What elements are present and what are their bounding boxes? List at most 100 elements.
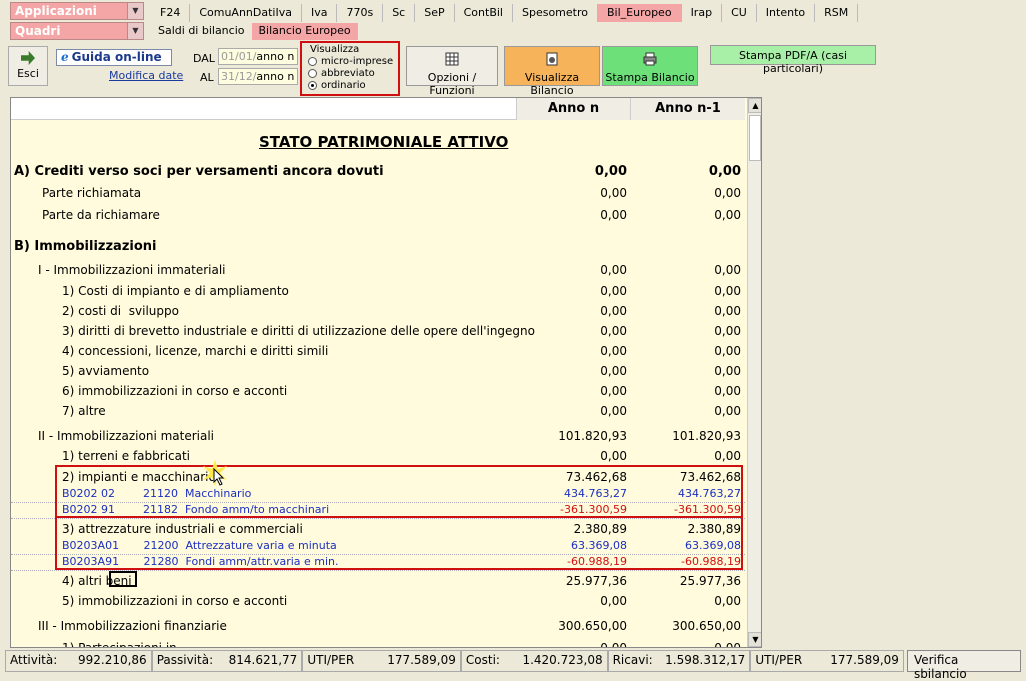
value-anno-n1: 0,00 (714, 344, 741, 358)
value-anno-n1: 0,00 (714, 186, 741, 200)
applicazioni-select[interactable]: Applicazioni ▼ (10, 2, 144, 20)
al-date-field[interactable]: 31/12/anno n (218, 68, 298, 85)
row-label: 6) immobilizzazioni in corso e acconti (62, 384, 288, 398)
value-anno-n1: 25.977,36 (679, 574, 741, 588)
value-anno-n: 0,00 (600, 344, 627, 358)
status-bar: Attività: 992.210,86 Passività: 814.621,77… (5, 650, 1021, 681)
tab-comuanndatiiva[interactable]: ComuAnnDatiIva (190, 4, 302, 22)
tab-rsm[interactable]: RSM (815, 4, 859, 22)
ricavi-value: 1.598.312,17 (665, 653, 746, 667)
value-anno-n1: 0,00 (714, 364, 741, 378)
al-suffix: anno n (256, 70, 295, 83)
tab-cu[interactable]: CU (722, 4, 757, 22)
row-label: III - Immobilizzazioni finanziarie (38, 619, 227, 633)
esci-button[interactable]: Esci (8, 46, 48, 86)
main-tabs: F24 ComuAnnDatiIva Iva 770s Sc SeP ContBil Spes… (151, 4, 859, 22)
row-label: 5) immobilizzazioni in corso e acconti (62, 594, 288, 608)
visualizza-bilancio-label: Visualizza Bilancio (524, 71, 580, 97)
radio-selected-icon (308, 81, 317, 90)
radio-label: ordinario (321, 80, 366, 91)
utiper-label: UTI/PER (307, 653, 355, 667)
section-title: STATO PATRIMONIALE ATTIVO (259, 133, 509, 151)
row-label: 1) Partecipazioni in (62, 641, 177, 648)
col-anno-n1: Anno n-1 (630, 98, 745, 120)
click-spark-icon (203, 460, 227, 486)
dal-date-field[interactable]: 01/01/anno n (218, 48, 298, 65)
stampa-bilancio-button[interactable]: Stampa Bilancio (602, 46, 698, 86)
tab-contbil[interactable]: ContBil (455, 4, 513, 22)
chevron-down-icon[interactable]: ▼ (127, 23, 143, 39)
tab-intento[interactable]: Intento (757, 4, 816, 22)
stampa-pdf-button[interactable]: Stampa PDF/A (casi particolari) (710, 45, 876, 75)
value-anno-n1: 300.650,00 (672, 619, 741, 633)
row-label: B) Immobilizzazioni (14, 239, 157, 254)
grid-header: Anno n Anno n-1 (11, 98, 745, 120)
bilancio-grid: Anno n Anno n-1 STATO PATRIMONIALE ATTIV… (10, 97, 762, 648)
tab-sc[interactable]: Sc (383, 4, 416, 22)
scroll-thumb[interactable] (749, 115, 761, 161)
scroll-down-icon[interactable]: ▼ (748, 632, 761, 647)
row-label: 7) altre (62, 404, 106, 418)
quadri-label: Quadri (15, 24, 61, 38)
scroll-up-icon[interactable]: ▲ (748, 98, 761, 113)
visualizza-group: Visualizza micro-imprese abbreviato ordi… (300, 41, 400, 96)
costi-label: Costi: (465, 653, 500, 667)
status-utiper: UTI/PER 177.589,09 (302, 650, 461, 672)
subtab-bilancio-europeo[interactable]: Bilancio Europeo (251, 23, 358, 40)
cell-cursor (109, 571, 137, 587)
preview-icon (546, 52, 558, 66)
visualizza-bilancio-button[interactable]: Visualizza Bilancio (504, 46, 600, 97)
subtab-saldi[interactable]: Saldi di bilancio (151, 23, 252, 40)
status-utiper2: UTI/PER 177.589,09 (750, 650, 904, 672)
value-anno-n1: 0,00 (714, 284, 741, 298)
value-anno-n1: 0,00 (714, 594, 741, 608)
row-label: 1) terreni e fabbricati (62, 449, 191, 463)
al-label: AL (200, 71, 214, 84)
value-anno-n1: 0,00 (714, 263, 741, 277)
esci-label: Esci (17, 67, 39, 80)
quadri-select[interactable]: Quadri ▼ (10, 22, 144, 40)
opzioni-funzioni-button[interactable]: Opzioni / Funzioni (406, 46, 498, 97)
tab-irap[interactable]: Irap (682, 4, 723, 22)
ricavi-label: Ricavi: (612, 653, 653, 667)
row-label: 4) concessioni, licenze, marchi e diritt… (62, 344, 329, 358)
dal-suffix: anno n (256, 50, 295, 63)
value-anno-n1: 0,00 (708, 164, 741, 179)
applicazioni-label: Applicazioni (15, 4, 97, 18)
vertical-scrollbar[interactable]: ▲ ▼ (747, 98, 761, 647)
highlight-attrezzature (55, 516, 743, 570)
tab-770s[interactable]: 770s (337, 4, 384, 22)
row-label: Parte da richiamare (42, 208, 160, 222)
radio-ordinario[interactable]: ordinario (308, 80, 366, 91)
value-anno-n1: 0,00 (714, 208, 741, 222)
value-anno-n: 0,00 (600, 284, 627, 298)
verifica-sbilancio-button[interactable]: Verifica sbilancio (906, 650, 1021, 681)
tab-bil-europeo[interactable]: Bil_Europeo (597, 4, 682, 22)
tab-sep[interactable]: SeP (415, 4, 455, 22)
value-anno-n: 101.820,93 (558, 429, 627, 443)
row-label: 2) costi di sviluppo (62, 304, 179, 318)
tab-spesometro[interactable]: Spesometro (513, 4, 598, 22)
modifica-date-link[interactable]: Modifica date (109, 69, 183, 82)
value-anno-n: 0,00 (600, 449, 627, 463)
guida-online-button[interactable]: e Guida on-line (56, 49, 172, 66)
radio-label: micro-imprese (321, 56, 394, 67)
value-anno-n: 300.650,00 (558, 619, 627, 633)
visualizza-legend: Visualizza (310, 44, 360, 55)
radio-micro-imprese[interactable]: micro-imprese (308, 56, 393, 67)
value-anno-n1: 101.820,93 (672, 429, 741, 443)
radio-abbreviato[interactable]: abbreviato (308, 68, 375, 79)
utiper2-label: UTI/PER (755, 653, 803, 667)
value-anno-n1: 0,00 (714, 324, 741, 338)
attivita-label: Attività: (10, 653, 58, 667)
tab-iva[interactable]: Iva (302, 4, 338, 22)
status-attivita: Attività: 992.210,86 (5, 650, 152, 672)
tab-f24[interactable]: F24 (151, 4, 191, 22)
guida-label: Guida on-line (71, 50, 162, 64)
row-label: II - Immobilizzazioni materiali (38, 429, 215, 443)
dal-label: DAL (193, 52, 215, 65)
chevron-down-icon[interactable]: ▼ (127, 3, 143, 19)
radio-label: abbreviato (321, 68, 375, 79)
value-anno-n1: 0,00 (714, 641, 741, 648)
row-label: 5) avviamento (62, 364, 150, 378)
